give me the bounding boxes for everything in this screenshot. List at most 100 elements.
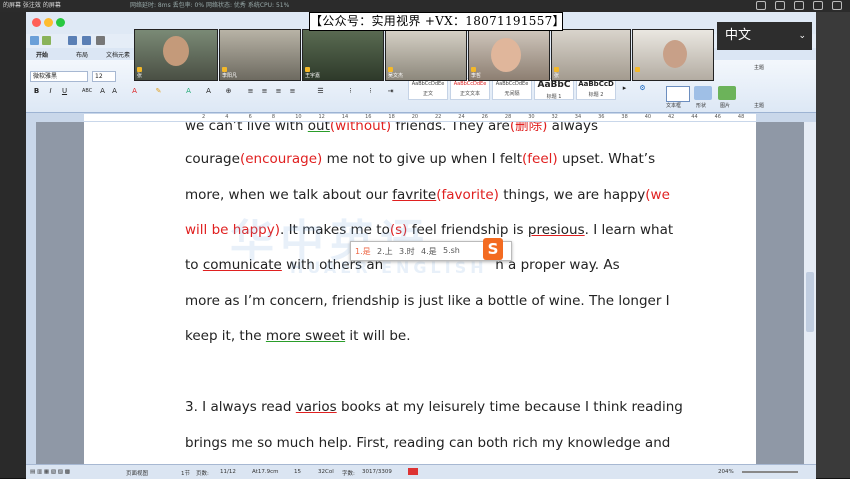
ruler-number: 30 [528, 114, 535, 120]
text-line-2: more, when we talk about our favrite(fav… [185, 187, 670, 203]
align-center-icon[interactable]: ≡ [260, 87, 269, 96]
ime-candidate-5[interactable]: 5.sh [443, 246, 460, 255]
strikethrough-button[interactable]: ABC [82, 87, 92, 96]
system-title-bar: 的屏幕 张注效 的屏幕 网络延时: 8ms 丢包率: 0% 网络状态: 优秀 系… [0, 0, 850, 12]
view-buttons[interactable]: ▤ ▥ ▦ ▧ ▨ ▩ [30, 469, 70, 475]
chevron-down-icon[interactable]: ⌄ [798, 22, 806, 50]
style-body-text[interactable]: AaBbCcDdEe 正文文本 [450, 78, 490, 100]
ruler-number: 26 [481, 114, 488, 120]
template-icon[interactable] [42, 36, 51, 45]
font-color-button[interactable]: A [130, 87, 139, 96]
ruler-number: 22 [435, 114, 442, 120]
title-text: 的屏幕 张注效 的屏幕 [3, 2, 61, 9]
video-label: 李哲 [471, 73, 482, 79]
layout-icon[interactable] [813, 1, 823, 10]
video-tile-1[interactable]: 张 [134, 29, 218, 81]
settings-icon[interactable] [794, 1, 804, 10]
status-col: 32Col [318, 469, 334, 475]
status-line: 15 [294, 469, 301, 475]
ime-candidate-4[interactable]: 4.是 [421, 246, 437, 257]
text-line-5: more as I’m concern, friendship is just … [185, 293, 670, 309]
open-icon[interactable] [68, 36, 77, 45]
scrollbar-thumb[interactable] [806, 272, 814, 332]
maximize-window-button[interactable] [56, 18, 65, 27]
effects-button[interactable]: A [184, 87, 193, 96]
print-icon[interactable] [96, 36, 105, 45]
superscript-button[interactable]: A [98, 87, 107, 96]
video-tile-7[interactable] [632, 29, 714, 81]
video-tile-5[interactable]: 李哲 [468, 29, 550, 81]
spellcheck-icon[interactable] [408, 468, 418, 475]
ruler-number: 34 [574, 114, 582, 120]
video-tile-4[interactable]: 吴文杰 [385, 29, 467, 81]
ruler-number: 46 [714, 114, 721, 120]
ruler-number: 20 [411, 114, 419, 120]
ruler-number: 6 [248, 114, 252, 120]
highlight-button[interactable]: ✎ [154, 87, 163, 96]
document-page[interactable]: we can’t live with out(without) friends.… [84, 122, 756, 464]
style-no-spacing[interactable]: AaBbCcDdEe 无间隔 [492, 78, 532, 100]
font-name-select[interactable]: 微软雅黑 [30, 71, 88, 82]
ruler-number: 24 [458, 114, 465, 120]
textbox-icon[interactable] [666, 86, 690, 102]
minimize-window-button[interactable] [44, 18, 53, 27]
shapes-icon[interactable] [694, 86, 712, 100]
picture-icon[interactable] [718, 86, 736, 100]
tab-layout[interactable]: 布局 [76, 50, 88, 59]
italic-button[interactable]: I [46, 87, 55, 96]
style-heading-1[interactable]: AaBbC 标题 1 [534, 78, 574, 100]
new-doc-icon[interactable] [30, 36, 39, 45]
hand-icon[interactable] [756, 1, 766, 10]
text-line-0: we can’t live with out(without) friends.… [185, 122, 599, 134]
ime-candidate-2[interactable]: 2.上 [377, 246, 393, 257]
ime-candidate-popup[interactable]: 1.是 2.上 3.时 4.是 5.sh S [350, 238, 512, 261]
chat-icon[interactable] [775, 1, 785, 10]
person-face [663, 40, 687, 68]
ruler-number: 28 [504, 114, 512, 120]
ruler-paper-area [84, 114, 756, 121]
tab-home[interactable]: 开始 [36, 50, 48, 59]
style-heading-2[interactable]: AaBbCcD 标题 2 [576, 78, 616, 100]
shapes-label: 形状 [696, 103, 707, 109]
video-tile-3[interactable]: 王宇嘉 [302, 29, 384, 81]
align-right-icon[interactable]: ≡ [274, 87, 283, 96]
justify-icon[interactable]: ≡ [288, 87, 297, 96]
font-size-select[interactable]: 12 [92, 71, 116, 82]
close-window-button[interactable] [32, 18, 41, 27]
ime-candidate-3[interactable]: 3.时 [399, 246, 415, 257]
status-section: 1节 [181, 471, 190, 477]
ime-language-panel[interactable]: 中文 ⌄ [717, 22, 812, 50]
ruler-number: 14 [341, 114, 349, 120]
save-icon[interactable] [82, 36, 91, 45]
video-label: 王宇嘉 [305, 73, 321, 79]
style-gallery-more-icon[interactable]: ▸ [620, 84, 629, 93]
ruler-number: 16 [365, 114, 372, 120]
fullscreen-icon[interactable] [832, 1, 842, 10]
ruler-number: 38 [621, 114, 628, 120]
line-spacing-icon[interactable]: ☰ [316, 87, 325, 96]
clear-format-button[interactable]: A [204, 87, 213, 96]
tab-doc-elements[interactable]: 文档元素 [106, 50, 130, 59]
ime-candidate-1[interactable]: 1.是 [355, 246, 371, 257]
bullets-icon[interactable]: ⁝ [346, 87, 355, 96]
numbering-icon[interactable]: ⁝ [366, 87, 375, 96]
symbol-icon[interactable]: ⊕ [224, 87, 233, 96]
vertical-scrollbar[interactable] [804, 122, 816, 464]
bold-button[interactable]: B [32, 87, 41, 96]
ruler-number: 40 [644, 114, 652, 120]
zoom-slider[interactable] [742, 471, 798, 473]
title-bar-icons [756, 1, 842, 10]
subscript-button[interactable]: A [110, 87, 119, 96]
style-manage-icon[interactable]: ⚙ [638, 84, 647, 93]
indent-icon[interactable]: ⇥ [386, 87, 395, 96]
ruler-number: 32 [551, 114, 558, 120]
video-tile-6[interactable]: 张 [551, 29, 631, 81]
horizontal-ruler: 2 4 6 8 10 12 14 16 18 20 22 24 26 28 30 32 34 36 38 40 42 44… [26, 113, 816, 122]
status-zoom: 204% [718, 469, 734, 475]
align-left-icon[interactable]: ≡ [246, 87, 255, 96]
right-strip [816, 12, 850, 478]
theme-label: 主题 [754, 65, 765, 71]
style-normal[interactable]: AaBbCcDdEe 正文 [408, 78, 448, 100]
underline-button[interactable]: U [60, 87, 69, 96]
video-tile-2[interactable]: 李阳凡 [219, 29, 301, 81]
